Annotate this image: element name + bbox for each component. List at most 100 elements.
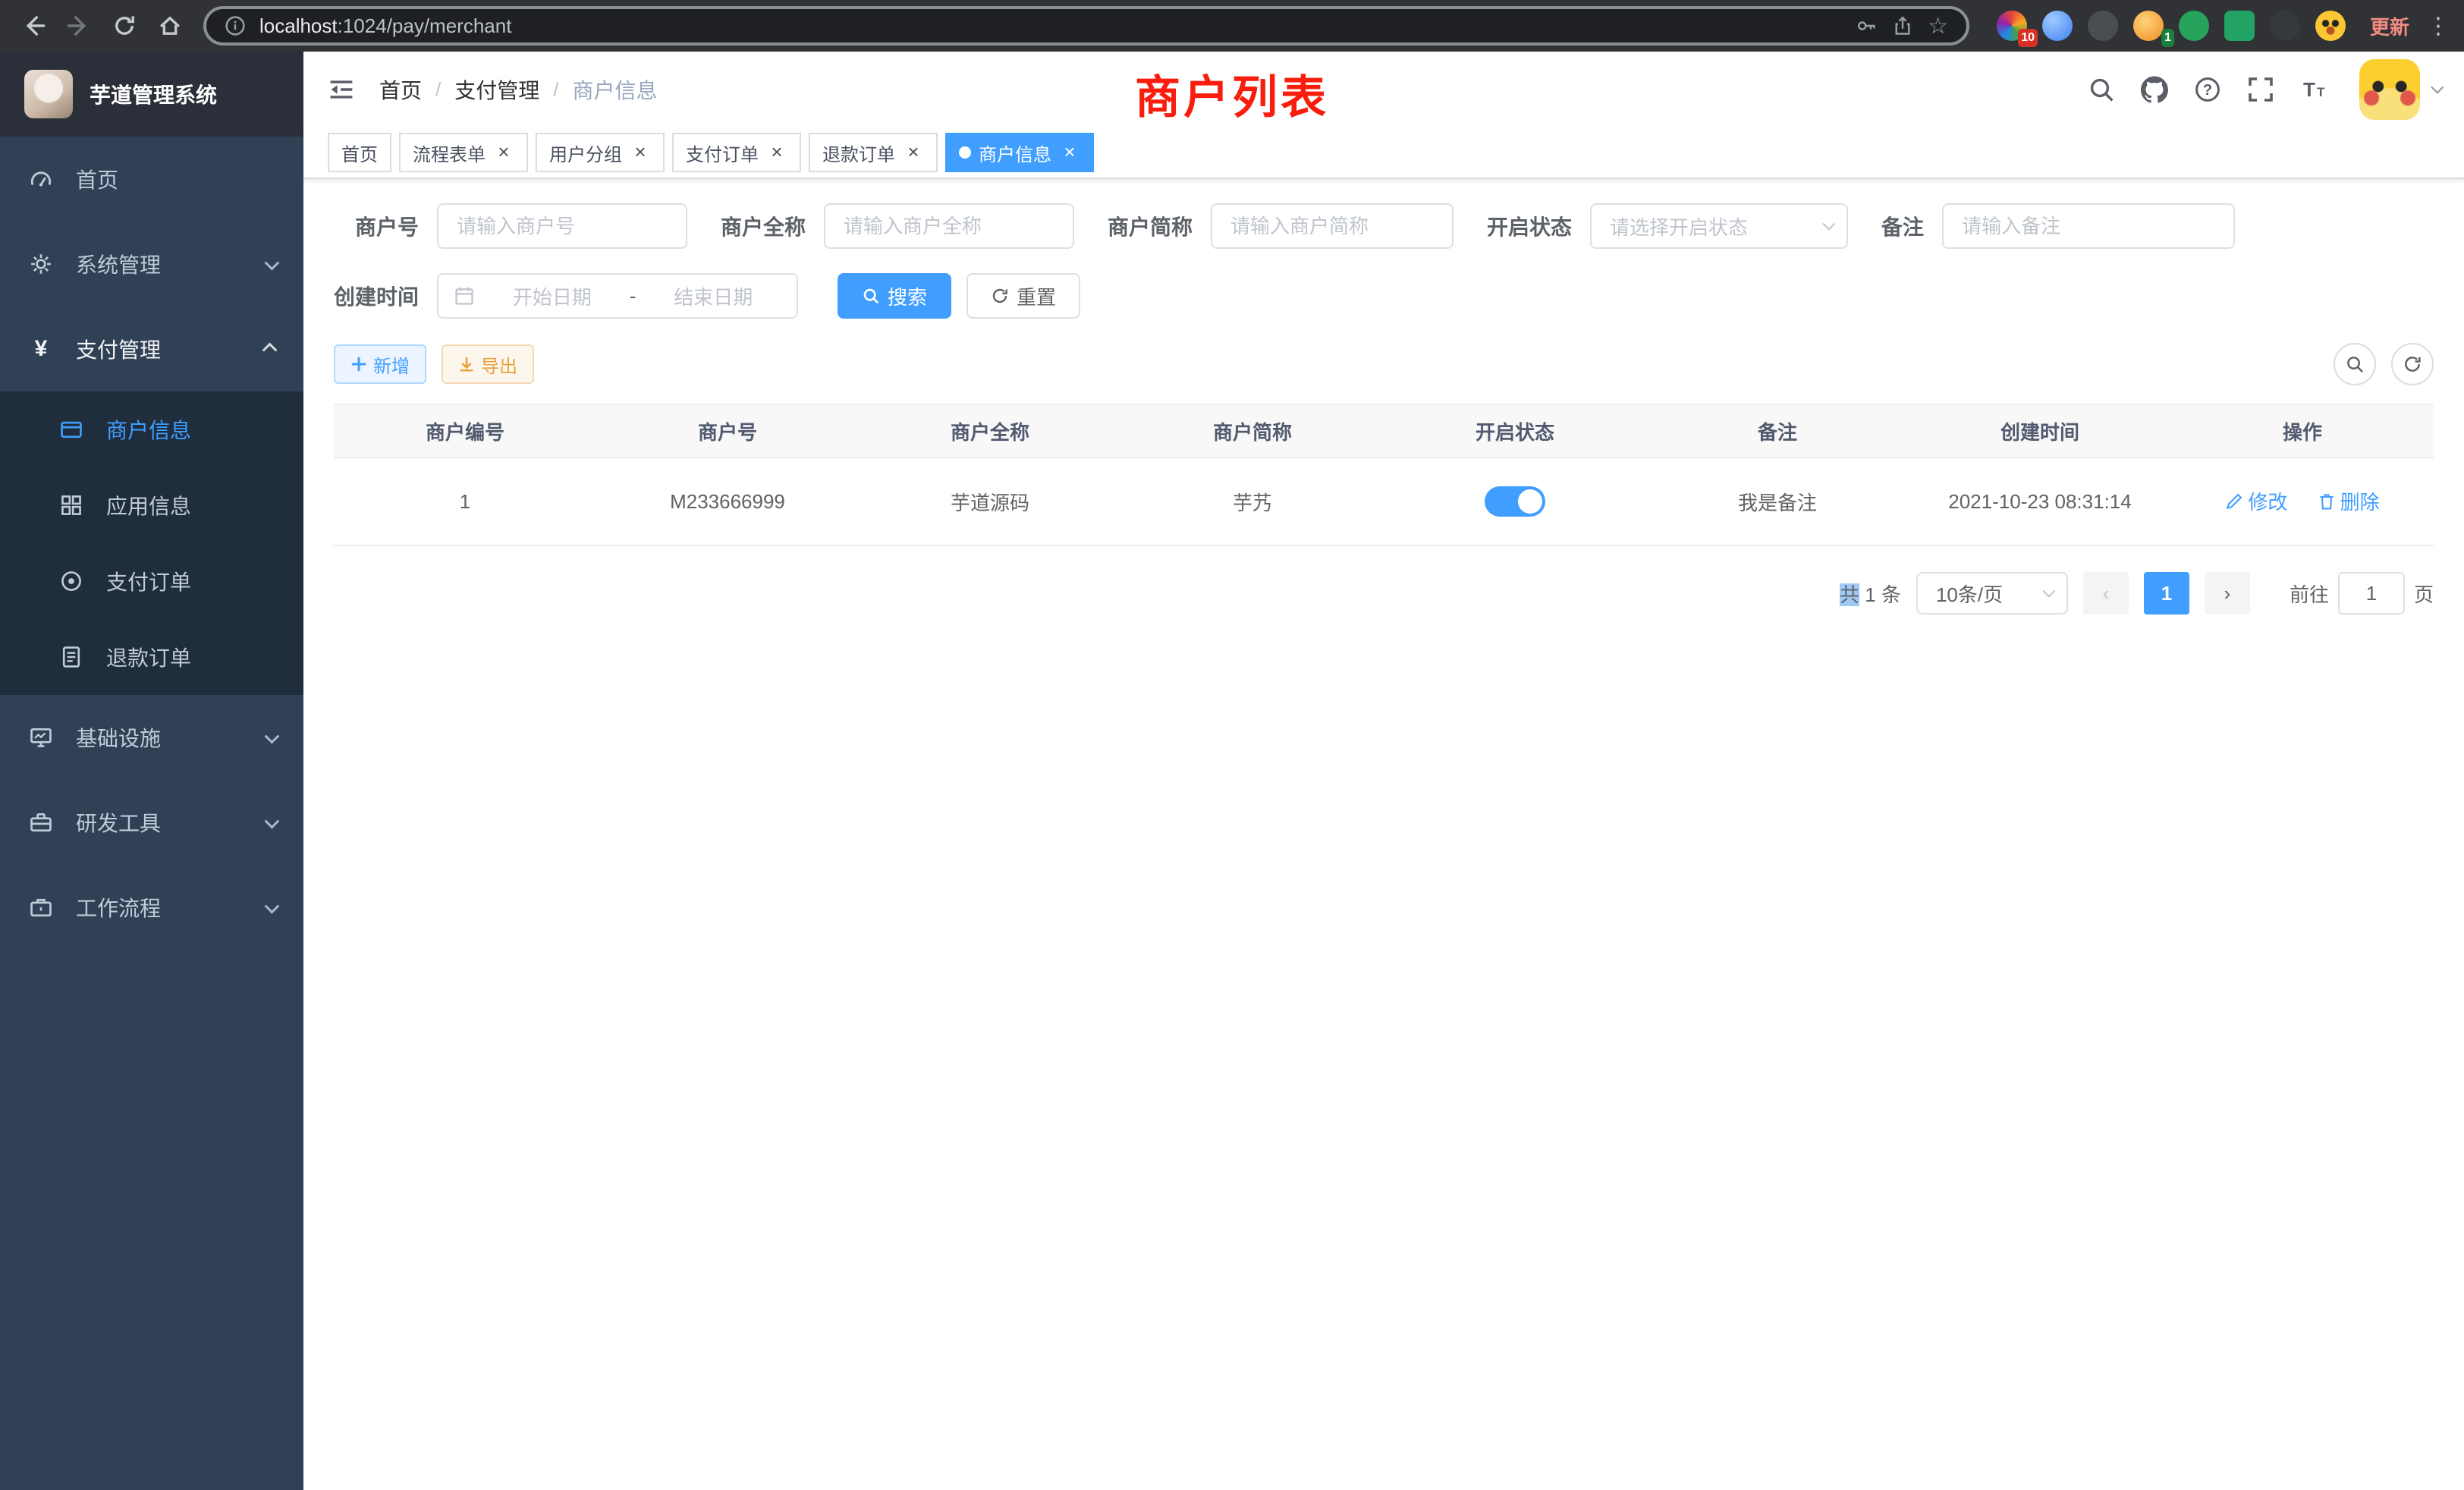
col-header-merchant-no: 商户号 — [596, 417, 859, 445]
edit-link[interactable]: 修改 — [2225, 487, 2287, 515]
close-icon[interactable]: × — [630, 142, 651, 163]
help-icon[interactable]: ? — [2194, 76, 2221, 103]
tab-merchant-info[interactable]: 商户信息 × — [945, 133, 1094, 172]
page-size-select[interactable]: 10条/页 — [1916, 572, 2068, 615]
close-icon[interactable]: × — [766, 142, 787, 163]
sidebar-item-label: 应用信息 — [106, 490, 276, 520]
extension-icon[interactable] — [2088, 11, 2118, 41]
cell-full-name: 芋道源码 — [859, 488, 1121, 516]
sidebar-item-app-info[interactable]: 应用信息 — [0, 467, 303, 543]
short-name-input[interactable] — [1211, 203, 1454, 249]
tab-label: 退款订单 — [822, 140, 895, 166]
browser-menu-icon[interactable]: ⋮ — [2425, 13, 2452, 39]
fullscreen-icon[interactable] — [2247, 76, 2274, 103]
extension-icon[interactable] — [2270, 11, 2300, 41]
prev-page-button[interactable]: ‹ — [2083, 572, 2129, 615]
sidebar-item-workflow[interactable]: 工作流程 — [0, 865, 303, 950]
sidebar-item-dev-tools[interactable]: 研发工具 — [0, 780, 303, 865]
yen-icon: ¥ — [27, 336, 55, 362]
browser-update-button[interactable]: 更新 — [2358, 12, 2422, 40]
page-1-button[interactable]: 1 — [2144, 572, 2189, 615]
tab-home[interactable]: 首页 — [328, 133, 391, 172]
user-menu[interactable] — [2359, 59, 2440, 120]
back-button[interactable] — [12, 5, 55, 47]
site-info-icon[interactable] — [225, 15, 246, 36]
toolbox-icon — [27, 810, 55, 835]
end-date-placeholder: 结束日期 — [645, 282, 781, 310]
sidebar-item-label: 支付管理 — [76, 334, 266, 364]
tab-user-group[interactable]: 用户分组 × — [536, 133, 665, 172]
extension-icon[interactable] — [2042, 11, 2073, 41]
delete-link[interactable]: 删除 — [2318, 487, 2380, 515]
font-size-icon[interactable]: TT — [2300, 76, 2327, 103]
logo-avatar — [24, 70, 73, 118]
breadcrumb-payment[interactable]: 支付管理 — [454, 74, 539, 105]
sidebar-item-label: 支付订单 — [106, 566, 276, 596]
bookmark-star-icon[interactable]: ☆ — [1928, 13, 1948, 39]
sidebar-item-merchant-info[interactable]: 商户信息 — [0, 391, 303, 467]
add-button[interactable]: 新增 — [334, 344, 426, 384]
address-bar[interactable]: localhost:1024/pay/merchant ☆ — [203, 6, 1969, 46]
sidebar-item-label: 首页 — [76, 164, 276, 194]
remark-input[interactable] — [1942, 203, 2235, 249]
extension-icon[interactable] — [2224, 11, 2255, 41]
status-toggle[interactable] — [1485, 486, 1545, 517]
extension-badge: 1 — [2161, 29, 2174, 47]
full-name-input[interactable] — [824, 203, 1074, 249]
tab-process-form[interactable]: 流程表单 × — [399, 133, 528, 172]
target-icon — [58, 569, 85, 593]
app-logo[interactable]: 芋道管理系统 — [0, 52, 303, 137]
col-header-id: 商户编号 — [334, 417, 596, 445]
cell-remark: 我是备注 — [1646, 488, 1909, 516]
close-icon[interactable]: × — [903, 142, 924, 163]
sidebar-item-pay-orders[interactable]: 支付订单 — [0, 543, 303, 619]
status-select[interactable]: 请选择开启状态 — [1590, 203, 1848, 249]
github-icon[interactable] — [2141, 76, 2168, 103]
tab-label: 商户信息 — [979, 140, 1051, 166]
tab-pay-orders[interactable]: 支付订单 × — [672, 133, 801, 172]
breadcrumb-home[interactable]: 首页 — [379, 74, 422, 105]
tags-view: 首页 流程表单 × 用户分组 × 支付订单 × 退款订单 × — [303, 127, 2464, 179]
merchant-no-label: 商户号 — [334, 211, 437, 241]
monitor-icon — [27, 725, 55, 750]
sidebar-item-payment[interactable]: ¥ 支付管理 — [0, 306, 303, 391]
extension-icon[interactable]: 1 — [2133, 11, 2164, 41]
tab-refund-orders[interactable]: 退款订单 × — [809, 133, 938, 172]
password-key-icon[interactable] — [1855, 14, 1878, 37]
filter-row-2: 创建时间 开始日期 - 结束日期 搜索 — [334, 273, 2434, 319]
close-icon[interactable]: × — [1059, 142, 1080, 163]
sidebar-item-infrastructure[interactable]: 基础设施 — [0, 695, 303, 780]
profile-avatar-icon[interactable] — [2315, 11, 2346, 41]
search-icon — [2345, 354, 2365, 374]
sidebar-item-system[interactable]: 系统管理 — [0, 222, 303, 306]
export-button[interactable]: 导出 — [442, 344, 534, 384]
toggle-search-button[interactable] — [2334, 343, 2376, 385]
share-icon[interactable] — [1891, 14, 1914, 37]
cell-actions: 修改 删除 — [2171, 487, 2434, 516]
create-time-range-picker[interactable]: 开始日期 - 结束日期 — [437, 273, 798, 319]
close-icon[interactable]: × — [493, 142, 514, 163]
search-button[interactable]: 搜索 — [838, 273, 951, 319]
forward-button[interactable] — [58, 5, 100, 47]
reload-button[interactable] — [103, 5, 146, 47]
extension-icon[interactable] — [2179, 11, 2209, 41]
goto-page-input[interactable] — [2338, 572, 2405, 615]
cell-short-name: 芋艿 — [1121, 488, 1384, 516]
search-icon[interactable] — [2088, 76, 2115, 103]
home-button[interactable] — [149, 5, 191, 47]
extension-icon[interactable]: 10 — [1997, 11, 2027, 41]
download-icon — [458, 356, 475, 372]
reset-button[interactable]: 重置 — [966, 273, 1080, 319]
sidebar-item-refund-orders[interactable]: 退款订单 — [0, 619, 303, 695]
pencil-icon — [2225, 492, 2243, 511]
sidebar-item-label: 商户信息 — [106, 414, 276, 445]
sidebar-toggle-icon[interactable] — [328, 76, 355, 103]
merchant-no-input[interactable] — [437, 203, 687, 249]
sidebar-item-home[interactable]: 首页 — [0, 137, 303, 222]
next-page-button[interactable]: › — [2205, 572, 2250, 615]
extension-badge: 10 — [2018, 29, 2038, 47]
refresh-button[interactable] — [2391, 343, 2434, 385]
svg-text:?: ? — [2203, 82, 2212, 99]
viewport: localhost:1024/pay/merchant ☆ 10 1 更新 ⋮ — [0, 0, 2464, 1490]
full-name-label: 商户全称 — [721, 211, 824, 241]
